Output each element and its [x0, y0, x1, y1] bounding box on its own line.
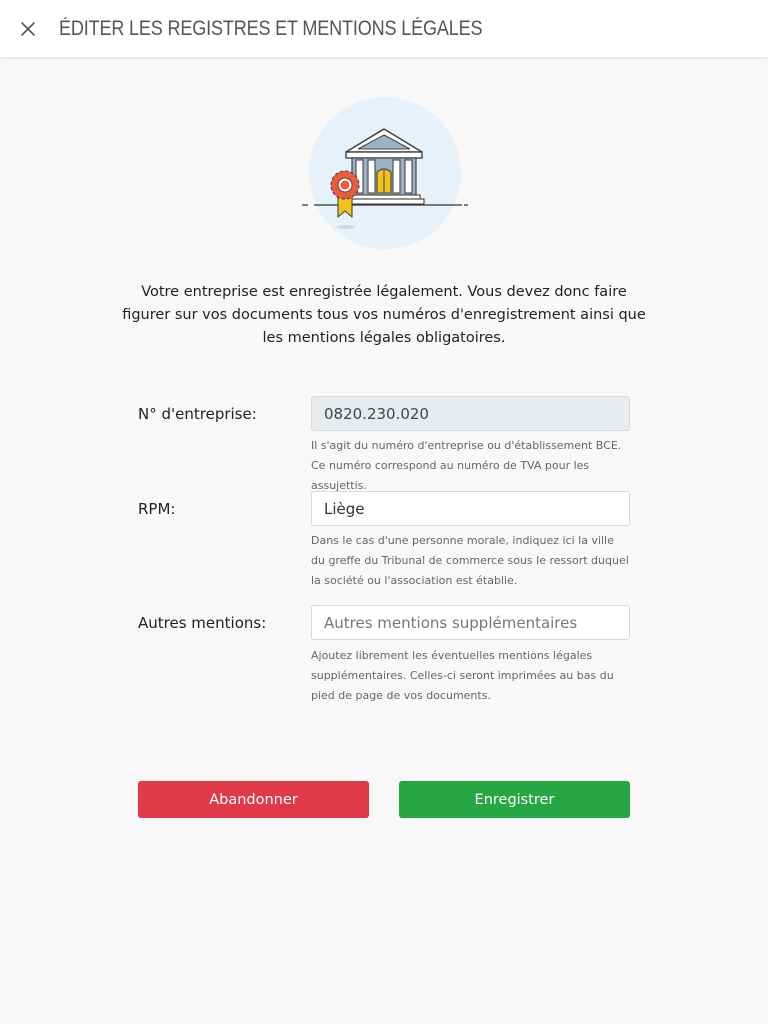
top-bar: ÉDITER LES REGISTRES ET MENTIONS LÉGALES: [0, 0, 768, 57]
rpm-label: RPM:: [138, 500, 176, 518]
rpm-help: Dans le cas d'une personne morale, indiq…: [311, 534, 629, 587]
other-mentions-help: Ajoutez librement les éventuelles mentio…: [311, 649, 614, 702]
cancel-button[interactable]: Abandonner: [138, 781, 369, 818]
close-icon: [21, 22, 35, 36]
other-mentions-field[interactable]: [311, 605, 630, 640]
bank-award-illustration: [302, 97, 468, 249]
company-number-label: N° d'entreprise:: [138, 405, 257, 423]
rpm-field[interactable]: [311, 491, 630, 526]
close-button[interactable]: [14, 15, 42, 43]
company-number-help: Il s'agit du numéro d'entreprise ou d'ét…: [311, 439, 622, 492]
page-title: ÉDITER LES REGISTRES ET MENTIONS LÉGALES: [59, 17, 483, 40]
save-button[interactable]: Enregistrer: [399, 781, 630, 818]
other-mentions-label: Autres mentions:: [138, 614, 267, 632]
intro-text: Votre entreprise est enregistrée légalem…: [122, 284, 646, 346]
company-number-field[interactable]: [311, 396, 630, 431]
